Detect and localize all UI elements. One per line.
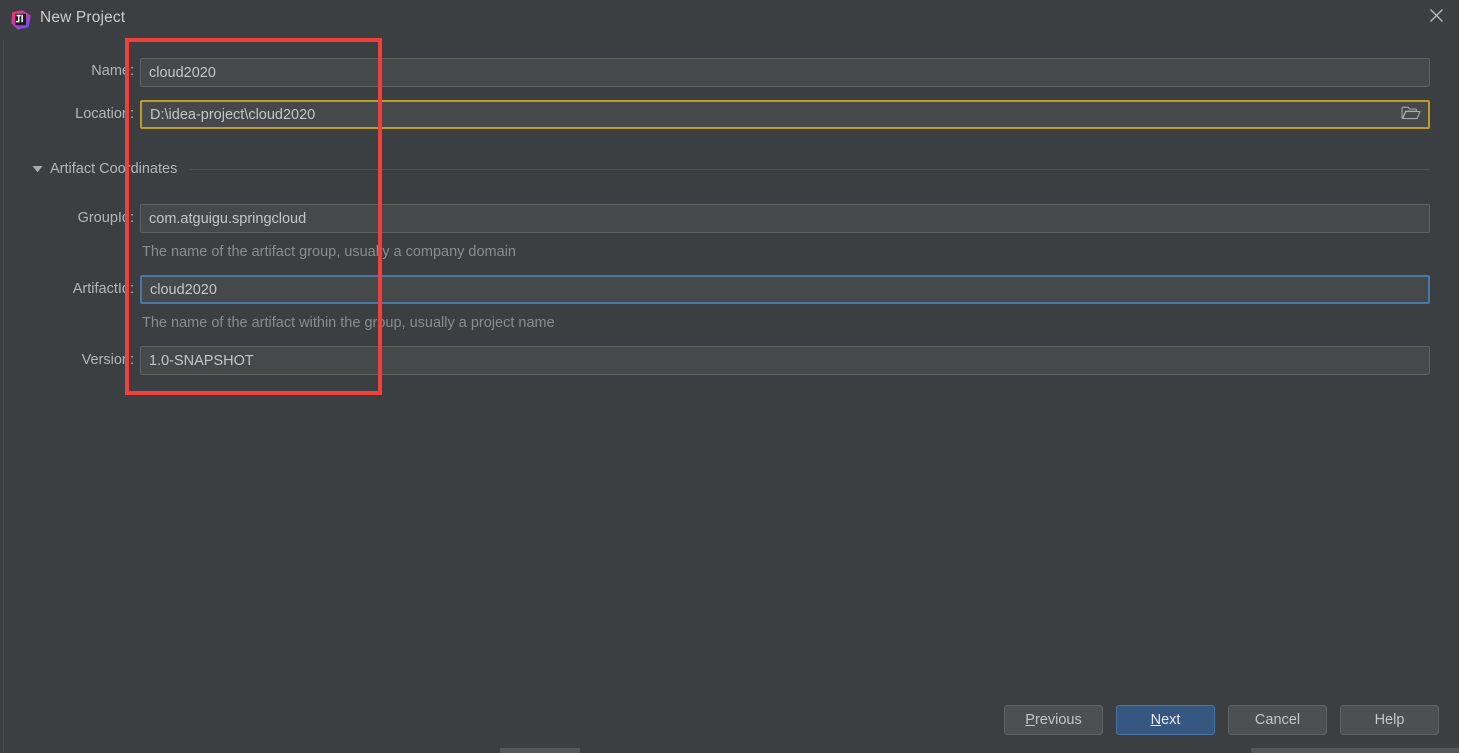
background-window-strip-left (500, 748, 580, 753)
title-bar: New Project (0, 0, 1459, 40)
next-button-mnemonic: N (1150, 712, 1162, 728)
groupid-hint: The name of the artifact group, usually … (142, 244, 516, 260)
artifact-coordinates-label: Artifact Coordinates (50, 161, 178, 177)
browse-folder-button[interactable] (1396, 102, 1426, 127)
artifactid-input[interactable] (140, 275, 1430, 304)
artifact-coordinates-section-header[interactable]: Artifact Coordinates (30, 158, 1430, 180)
close-icon (1429, 8, 1444, 27)
previous-button[interactable]: Previous (1004, 705, 1103, 735)
name-label: Name: (91, 63, 134, 79)
previous-button-mnemonic: P (1025, 712, 1035, 728)
groupid-label: GroupId: (77, 210, 134, 226)
cancel-button-label: Cancel (1254, 712, 1301, 728)
window-title: New Project (40, 9, 126, 26)
location-label: Location: (75, 106, 134, 122)
groupid-input[interactable] (140, 204, 1430, 233)
previous-button-label: revious (1034, 712, 1082, 728)
version-input[interactable] (140, 346, 1430, 375)
new-project-dialog: New Project Name: Location: (0, 0, 1459, 753)
next-button-label: ext (1161, 712, 1181, 728)
background-window-strip-right (1251, 748, 1459, 753)
help-button-label: Help (1374, 712, 1405, 728)
next-button[interactable]: Next (1116, 705, 1215, 735)
help-button[interactable]: Help (1340, 705, 1439, 735)
section-separator-line (189, 168, 1430, 170)
name-input[interactable] (140, 58, 1430, 87)
window-left-edge (3, 40, 4, 753)
triangle-down-icon (30, 162, 44, 176)
close-button[interactable] (1413, 0, 1459, 34)
version-label: Version: (81, 352, 134, 368)
folder-icon (1401, 105, 1421, 125)
intellij-idea-icon (10, 9, 32, 31)
dialog-footer: Previous Next Cancel Help (0, 705, 1459, 739)
cancel-button[interactable]: Cancel (1228, 705, 1327, 735)
artifactid-label: ArtifactId: (72, 281, 134, 297)
location-input[interactable] (140, 100, 1430, 129)
artifactid-hint: The name of the artifact within the grou… (142, 315, 555, 331)
